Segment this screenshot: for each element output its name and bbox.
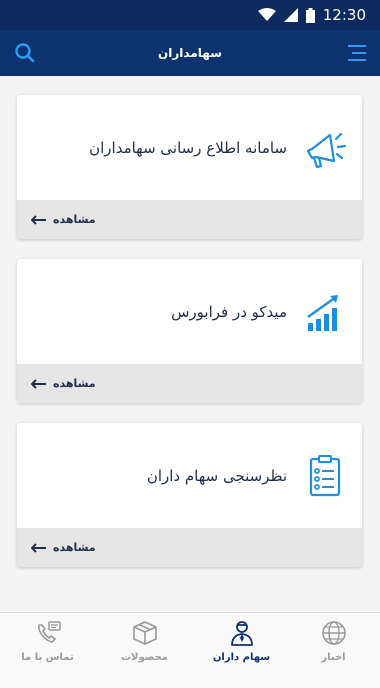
nav-item-news[interactable]: اخبار — [286, 619, 380, 679]
status-bar: 12:30 — [0, 0, 380, 30]
nav-label: سهام داران — [212, 652, 271, 663]
card-body[interactable]: سامانه اطلاع رسانی سهامداران — [17, 95, 362, 200]
card-title: نظرسنجی سهام داران — [146, 467, 287, 485]
nav-label: محصولات — [120, 652, 169, 663]
wifi-icon — [257, 8, 276, 21]
app-bar: سهامداران — [0, 30, 380, 76]
arrow-left-icon — [31, 542, 46, 553]
growth-chart-icon — [307, 295, 338, 331]
contact-icon — [37, 621, 61, 643]
view-button[interactable]: مشاهده — [17, 528, 362, 567]
bottom-navigation: تماس با ما محصولات سهام داران اخبار — [0, 612, 380, 688]
arrow-left-icon — [31, 214, 46, 225]
card-body[interactable]: میدکو در فرابورس — [17, 259, 362, 364]
nav-label: اخبار — [321, 652, 346, 663]
nav-item-products[interactable]: محصولات — [97, 619, 192, 679]
megaphone-icon — [306, 132, 347, 169]
card-title: میدکو در فرابورس — [171, 303, 287, 321]
card-shareholder-info-system[interactable]: سامانه اطلاع رسانی سهامداران مشاهده — [17, 95, 362, 239]
search-icon[interactable] — [14, 42, 36, 64]
card-midco-farabourse[interactable]: میدکو در فرابورس مشاهده — [17, 259, 362, 403]
view-label: مشاهده — [53, 213, 96, 226]
card-title: سامانه اطلاع رسانی سهامداران — [89, 139, 287, 157]
card-body[interactable]: نظرسنجی سهام داران — [17, 423, 362, 528]
view-label: مشاهده — [53, 377, 96, 390]
card-shareholder-survey[interactable]: نظرسنجی سهام داران مشاهده — [17, 423, 362, 567]
view-button[interactable]: مشاهده — [17, 364, 362, 403]
nav-label: تماس با ما — [21, 652, 74, 663]
arrow-left-icon — [31, 378, 46, 389]
clipboard-checklist-icon — [309, 455, 341, 497]
nav-item-shareholders[interactable]: سهام داران — [194, 619, 289, 679]
signal-icon — [283, 8, 298, 22]
battery-icon — [305, 7, 315, 23]
page-title: سهامداران — [158, 46, 222, 60]
view-label: مشاهده — [53, 541, 96, 554]
box-icon — [132, 621, 157, 645]
nav-item-contact[interactable]: تماس با ما — [0, 619, 95, 679]
view-button[interactable]: مشاهده — [17, 200, 362, 239]
globe-icon — [321, 621, 346, 645]
shareholder-icon — [230, 621, 253, 646]
menu-icon[interactable] — [346, 42, 368, 64]
status-time: 12:30 — [322, 6, 366, 24]
